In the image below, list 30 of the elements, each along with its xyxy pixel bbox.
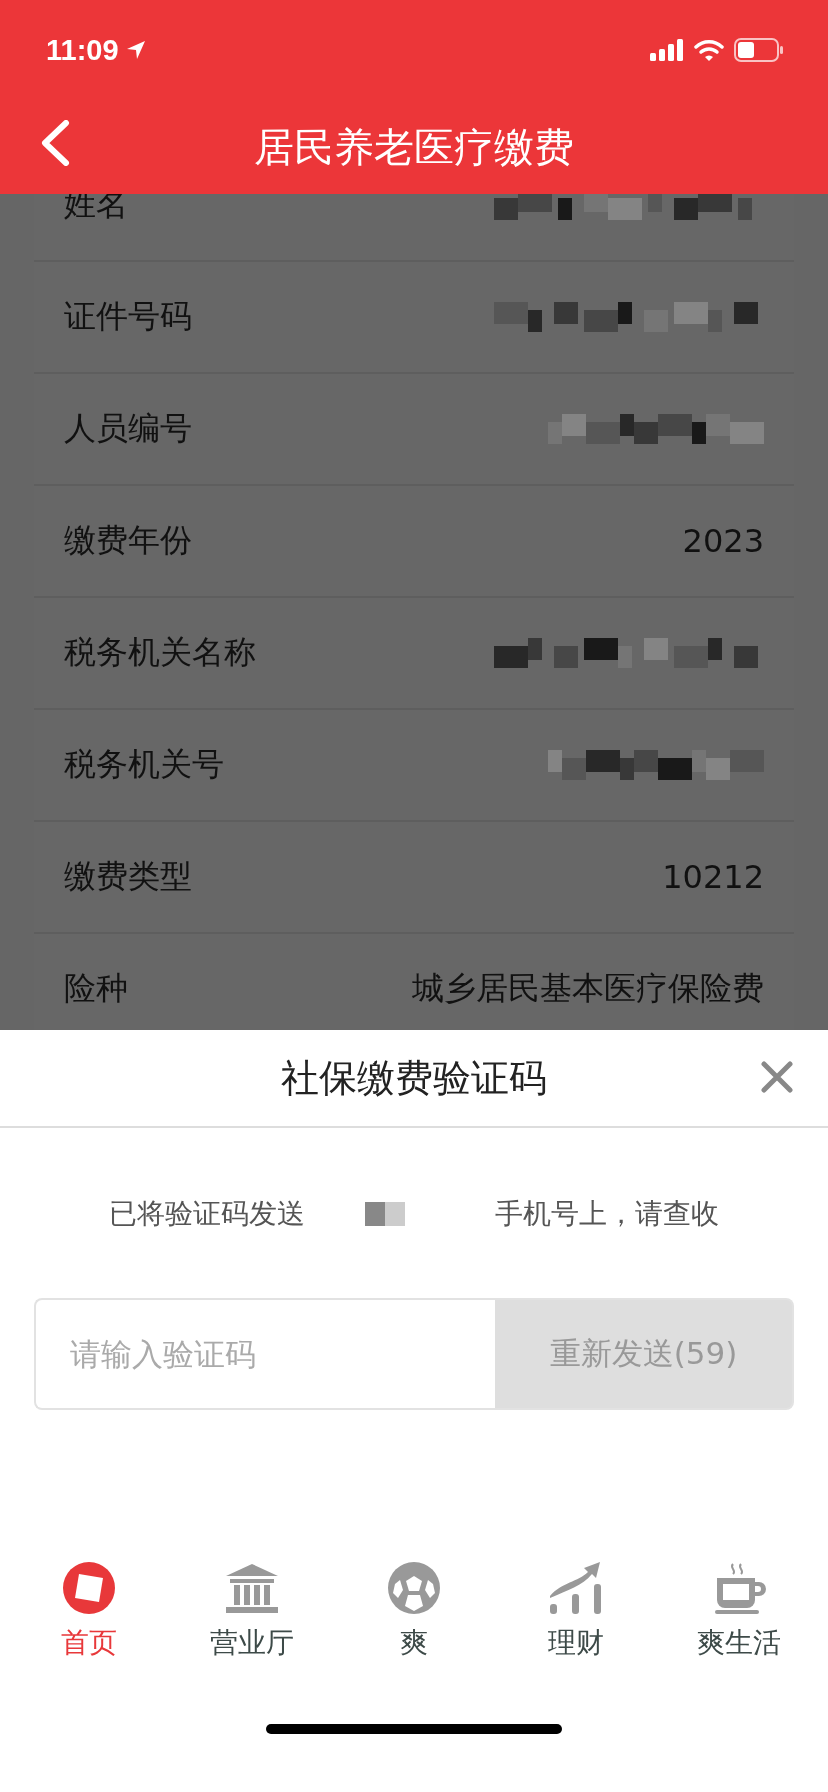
field-value: 城乡居民基本医疗保险费 (412, 968, 764, 1009)
field-label: 缴费类型 (64, 856, 192, 897)
field-label: 缴费年份 (64, 520, 192, 561)
soccer-ball-icon (385, 1560, 442, 1616)
wifi-icon (694, 39, 724, 61)
tab-item[interactable]: 爽生活 (663, 1560, 814, 1662)
message-text: 已将验证码发送 (109, 1196, 305, 1232)
redaction-mosaic (365, 1202, 405, 1226)
square-logo-icon (61, 1560, 118, 1616)
field-value: 2023 (682, 522, 764, 560)
field-value: 10212 (662, 858, 764, 896)
close-button[interactable] (760, 1060, 794, 1094)
field-label: 税务机关名称 (64, 632, 256, 673)
close-icon (760, 1060, 794, 1094)
battery-icon (734, 38, 784, 62)
tab-item[interactable]: 理财 (501, 1560, 652, 1662)
status-time: 11:09 (46, 33, 119, 67)
field-label: 险种 (64, 968, 128, 1009)
field-label: 税务机关号 (64, 744, 224, 785)
page-title: 居民养老医疗缴费 (254, 122, 574, 172)
back-chevron-icon (40, 120, 70, 166)
back-button[interactable] (40, 120, 70, 166)
tab-item[interactable]: 营业厅 (176, 1560, 327, 1662)
signal-icon (650, 39, 684, 61)
tab-item[interactable]: 首页 (14, 1560, 165, 1662)
tab-item[interactable]: 爽 (338, 1560, 489, 1662)
message-text: 手机号上，请查收 (495, 1196, 719, 1232)
dialog-title: 社保缴费验证码 (281, 1054, 547, 1102)
field-label: 人员编号 (64, 408, 192, 449)
field-label: 证件号码 (64, 296, 192, 337)
